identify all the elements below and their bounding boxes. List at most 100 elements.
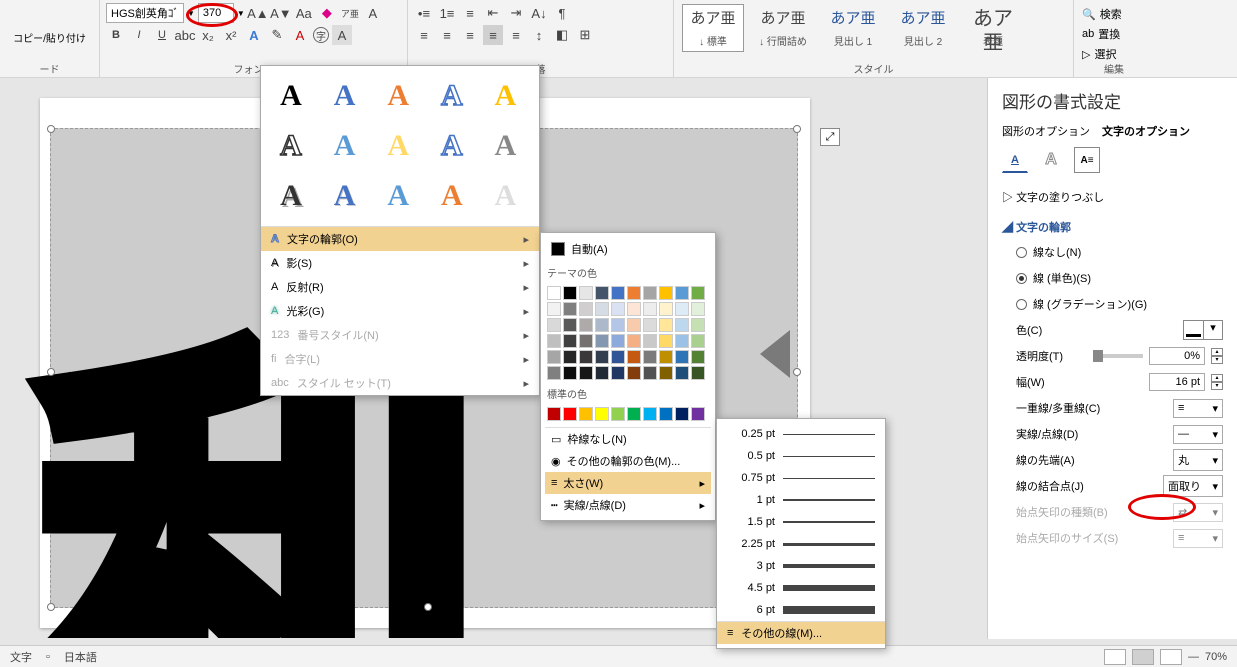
enclosed-char-icon[interactable]: 字 (313, 27, 329, 43)
effect-preset[interactable]: A (323, 124, 367, 168)
indent-inc-icon[interactable]: ⇥ (506, 3, 526, 23)
weight-option[interactable]: 3 pt (717, 555, 885, 577)
weight-item[interactable]: ≡太さ(W)▸ (545, 472, 711, 494)
color-swatch[interactable] (547, 366, 561, 380)
join-select[interactable]: 面取り▾ (1163, 475, 1223, 497)
color-swatch[interactable] (563, 302, 577, 316)
change-case-icon[interactable]: Aa (294, 3, 314, 23)
color-swatch[interactable] (579, 407, 593, 421)
text-fill-section[interactable]: ▷ 文字の塗りつぶし (1002, 185, 1223, 209)
underline-icon[interactable]: U (152, 25, 172, 45)
color-swatch[interactable] (643, 350, 657, 364)
color-swatch[interactable] (627, 286, 641, 300)
weight-option[interactable]: 6 pt (717, 599, 885, 621)
color-swatch[interactable] (675, 334, 689, 348)
color-swatch[interactable] (579, 302, 593, 316)
color-swatch[interactable] (595, 334, 609, 348)
solid-line-radio[interactable]: 線 (単色)(S) (1002, 265, 1223, 291)
color-swatch[interactable] (611, 286, 625, 300)
color-swatch[interactable] (579, 318, 593, 332)
color-swatch[interactable] (659, 366, 673, 380)
color-swatch[interactable] (691, 318, 705, 332)
shadow-item[interactable]: A影(S)▸ (261, 251, 539, 275)
style-nospacing[interactable]: あア亜↓ 行間詰め (752, 4, 814, 52)
effect-preset[interactable]: A (430, 174, 474, 218)
effect-preset[interactable]: A (269, 74, 313, 118)
color-swatch[interactable] (675, 286, 689, 300)
more-lines-item[interactable]: ≡その他の線(M)... (717, 622, 885, 644)
color-swatch[interactable] (547, 334, 561, 348)
compound-select[interactable]: ≡▾ (1173, 399, 1223, 418)
color-swatch[interactable] (579, 350, 593, 364)
color-swatch[interactable] (627, 302, 641, 316)
dash-select[interactable]: —▾ (1173, 425, 1223, 444)
color-swatch[interactable] (611, 350, 625, 364)
color-swatch[interactable] (547, 302, 561, 316)
cap-select[interactable]: 丸▾ (1173, 449, 1223, 471)
color-swatch[interactable] (643, 302, 657, 316)
borders-icon[interactable]: ⊞ (575, 25, 595, 45)
color-swatch[interactable] (563, 350, 577, 364)
color-swatch[interactable] (563, 318, 577, 332)
replace-button[interactable]: ab置換 (1082, 24, 1146, 44)
bullets-icon[interactable]: •≡ (414, 3, 434, 23)
char-shading-icon[interactable]: A (332, 25, 352, 45)
color-swatch[interactable] (611, 318, 625, 332)
width-input[interactable] (1149, 373, 1205, 391)
color-swatch[interactable] (675, 407, 689, 421)
auto-color-item[interactable]: 自動(A) (545, 237, 711, 261)
align-left-icon[interactable]: ≡ (414, 25, 434, 45)
effect-preset[interactable]: A (269, 174, 313, 218)
color-swatch[interactable] (563, 286, 577, 300)
dash-item[interactable]: ┅実線/点線(D)▸ (545, 494, 711, 516)
color-swatch[interactable] (547, 286, 561, 300)
color-swatch[interactable] (627, 318, 641, 332)
color-swatch[interactable] (659, 286, 673, 300)
effect-preset[interactable]: A (430, 74, 474, 118)
color-swatch[interactable] (643, 366, 657, 380)
color-swatch[interactable] (675, 350, 689, 364)
shape-options-tab[interactable]: 図形のオプション (1002, 123, 1090, 139)
text-effects-icon[interactable]: A (244, 25, 264, 45)
weight-option[interactable]: 0.5 pt (717, 445, 885, 467)
clear-format-icon[interactable]: ◆ (317, 3, 337, 23)
char-border-icon[interactable]: A (363, 3, 383, 23)
effect-preset[interactable]: A (483, 74, 527, 118)
line-spacing-icon[interactable]: ↕ (529, 25, 549, 45)
effect-preset[interactable]: A (483, 174, 527, 218)
view-print-layout[interactable] (1132, 649, 1154, 665)
color-swatch[interactable] (611, 302, 625, 316)
text-options-tab[interactable]: 文字のオプション (1102, 123, 1190, 139)
view-web-layout[interactable] (1160, 649, 1182, 665)
color-swatch[interactable] (595, 302, 609, 316)
view-read-mode[interactable] (1104, 649, 1126, 665)
highlight-icon[interactable]: ✎ (267, 25, 287, 45)
weight-option[interactable]: 1.5 pt (717, 511, 885, 533)
gradient-line-radio[interactable]: 線 (グラデーション)(G) (1002, 291, 1223, 317)
effect-preset[interactable]: A (376, 74, 420, 118)
color-swatch[interactable] (611, 334, 625, 348)
subscript-icon[interactable]: x₂ (198, 25, 218, 45)
italic-icon[interactable]: I (129, 25, 149, 45)
color-swatch[interactable] (547, 350, 561, 364)
color-swatch[interactable] (691, 286, 705, 300)
effect-preset[interactable]: A (269, 124, 313, 168)
color-swatch[interactable] (579, 366, 593, 380)
text-effects-tab-icon[interactable]: A (1038, 147, 1064, 173)
show-marks-icon[interactable]: ¶ (552, 3, 572, 23)
effect-preset[interactable]: A (483, 124, 527, 168)
style-normal[interactable]: あア亜↓ 標準 (682, 4, 744, 52)
color-swatch[interactable] (563, 366, 577, 380)
shrink-font-icon[interactable]: A▼ (271, 3, 291, 23)
style-title[interactable]: あア亜表題 (962, 4, 1024, 52)
font-name-combo[interactable] (106, 3, 184, 23)
color-swatch[interactable] (627, 350, 641, 364)
reflection-item[interactable]: A反射(R)▸ (261, 275, 539, 299)
color-swatch[interactable] (611, 407, 625, 421)
effect-preset[interactable]: A (323, 174, 367, 218)
distributed-icon[interactable]: ≡ (506, 25, 526, 45)
color-swatch[interactable] (659, 407, 673, 421)
effect-preset[interactable]: A (376, 124, 420, 168)
color-swatch[interactable] (595, 366, 609, 380)
align-right-icon[interactable]: ≡ (460, 25, 480, 45)
